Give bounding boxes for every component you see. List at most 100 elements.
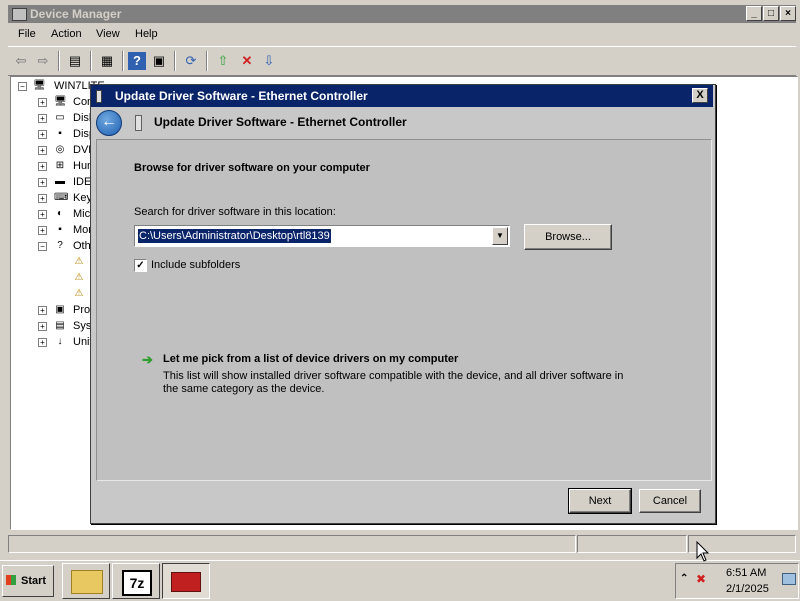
help-icon[interactable]: ? (128, 52, 146, 70)
device-manager-title: Device Manager (30, 7, 122, 21)
expand-icon[interactable]: + (38, 194, 47, 203)
computer-icon: 🖥 (33, 80, 46, 91)
forward-arrow-icon[interactable]: ⇨ (34, 52, 52, 70)
toolbox-icon (171, 572, 201, 592)
chevron-down-icon[interactable]: ▼ (492, 227, 508, 245)
collapse-icon[interactable]: − (18, 82, 27, 91)
tree-item-label: IDE (73, 176, 92, 188)
clock-time[interactable]: 6:51 AM (726, 567, 766, 579)
pick-from-list-description: the same category as the device. (163, 383, 325, 395)
toolbar-separator (58, 51, 60, 71)
expand-icon[interactable]: + (38, 114, 47, 123)
include-subfolders-label[interactable]: Include subfolders (151, 259, 240, 271)
processor-icon: ▣ (55, 304, 65, 315)
clock-date[interactable]: 2/1/2025 (726, 583, 769, 595)
pick-from-list-description: This list will show installed driver sof… (163, 370, 624, 382)
warning-device-icon: ⚠ (74, 256, 84, 267)
show-hidden-icons-icon[interactable]: ⌃ (680, 573, 688, 584)
toolbar-separator (90, 51, 92, 71)
green-arrow-icon[interactable]: ➔ (142, 353, 154, 366)
collapse-icon[interactable]: − (38, 242, 47, 251)
start-button[interactable]: Start (2, 565, 54, 597)
status-bar (8, 533, 796, 553)
close-button[interactable]: × (780, 6, 796, 21)
minimize-button[interactable]: _ (746, 6, 762, 21)
status-panel (8, 535, 576, 553)
driver-path-combobox[interactable]: C:\Users\Administrator\Desktop\rtl8139 ▼ (134, 225, 510, 247)
menu-view[interactable]: View (96, 28, 120, 40)
expand-icon[interactable]: + (38, 178, 47, 187)
expand-icon[interactable]: + (38, 98, 47, 107)
dvd-icon: ◎ (55, 144, 65, 155)
show-hide-tree-icon[interactable]: ▤ (66, 52, 84, 70)
action-pane-icon[interactable]: ▣ (150, 52, 168, 70)
dialog-header-title: Update Driver Software - Ethernet Contro… (154, 115, 407, 129)
task-explorer[interactable] (62, 563, 110, 599)
computer-icon: 🖥 (54, 96, 67, 107)
section-heading: Browse for driver software on your compu… (134, 162, 370, 174)
dialog-close-button[interactable]: X (692, 88, 708, 103)
expand-icon[interactable]: + (38, 306, 47, 315)
toolbar-separator (206, 51, 208, 71)
system-icon: ▤ (55, 320, 65, 331)
show-desktop-icon[interactable] (782, 573, 796, 585)
system-tray: ⌃ ✖ 6:51 AM 2/1/2025 (675, 563, 799, 599)
menu-action[interactable]: Action (51, 28, 82, 40)
back-button[interactable]: ← (96, 110, 122, 136)
expand-icon[interactable]: + (38, 162, 47, 171)
network-disconnected-icon[interactable]: ✖ (696, 572, 706, 586)
include-subfolders-checkbox[interactable]: ✓ (134, 259, 147, 272)
warning-device-icon: ⚠ (74, 288, 84, 299)
driver-path-value[interactable]: C:\Users\Administrator\Desktop\rtl8139 (138, 229, 331, 243)
menu-file[interactable]: File (18, 28, 36, 40)
dialog-titlebar[interactable]: Update Driver Software - Ethernet Contro… (91, 85, 713, 107)
disk-icon: ▭ (55, 112, 65, 123)
toolbar: ⇦ ⇨ ▤ ▦ ? ▣ ⟳ ⇧ ✕ ⇩ (8, 46, 796, 76)
taskbar: Start 7z ⌃ ✖ 6:51 AM 2/1/2025 (0, 560, 800, 601)
pick-from-list-link[interactable]: Let me pick from a list of device driver… (163, 353, 458, 365)
menu-bar: File Action View Help (8, 24, 796, 45)
expand-icon[interactable]: + (38, 322, 47, 331)
network-card-icon (96, 90, 102, 103)
properties-icon[interactable]: ▦ (98, 52, 116, 70)
unknown-device-icon: ? (57, 240, 63, 251)
browse-button[interactable]: Browse... (524, 224, 612, 250)
device-manager-icon (12, 8, 27, 21)
update-driver-icon[interactable]: ⇧ (214, 52, 232, 70)
scan-hardware-icon[interactable]: ⟳ (182, 52, 200, 70)
maximize-button[interactable]: □ (763, 6, 779, 21)
dialog-title: Update Driver Software - Ethernet Contro… (115, 89, 368, 103)
search-location-label: Search for driver software in this locat… (134, 206, 336, 218)
monitor-icon: ▪ (58, 224, 62, 235)
expand-icon[interactable]: + (38, 338, 47, 347)
dialog-header: ← Update Driver Software - Ethernet Cont… (91, 107, 713, 139)
task-device-manager[interactable] (162, 563, 210, 599)
task-7zip[interactable]: 7z (112, 563, 160, 599)
mouse-icon: ◐ (56, 208, 64, 219)
cancel-button[interactable]: Cancel (639, 489, 701, 513)
warning-device-icon: ⚠ (74, 272, 84, 283)
network-card-icon (135, 115, 142, 131)
back-arrow-icon[interactable]: ⇦ (12, 52, 30, 70)
status-panel (577, 535, 687, 553)
monitor-icon: ▪ (58, 128, 62, 139)
uninstall-icon[interactable]: ✕ (238, 52, 256, 70)
toolbar-separator (122, 51, 124, 71)
enable-device-icon[interactable]: ⇩ (260, 52, 278, 70)
windows-flag-icon (6, 575, 16, 585)
hid-icon: ⊞ (55, 160, 65, 171)
device-manager-titlebar[interactable]: Device Manager _ □ × (8, 5, 796, 23)
expand-icon[interactable]: + (38, 130, 47, 139)
expand-icon[interactable]: + (38, 146, 47, 155)
expand-icon[interactable]: + (38, 210, 47, 219)
explorer-icon (71, 570, 103, 594)
tree-item-label: Oth (73, 240, 91, 252)
start-label: Start (21, 575, 47, 587)
expand-icon[interactable]: + (38, 226, 47, 235)
dialog-content: Browse for driver software on your compu… (96, 139, 712, 481)
next-button[interactable]: Next (568, 488, 632, 514)
usb-icon: ↓ (57, 336, 63, 347)
7zip-icon: 7z (122, 570, 152, 596)
ide-icon: ▬ (55, 176, 65, 187)
menu-help[interactable]: Help (135, 28, 158, 40)
